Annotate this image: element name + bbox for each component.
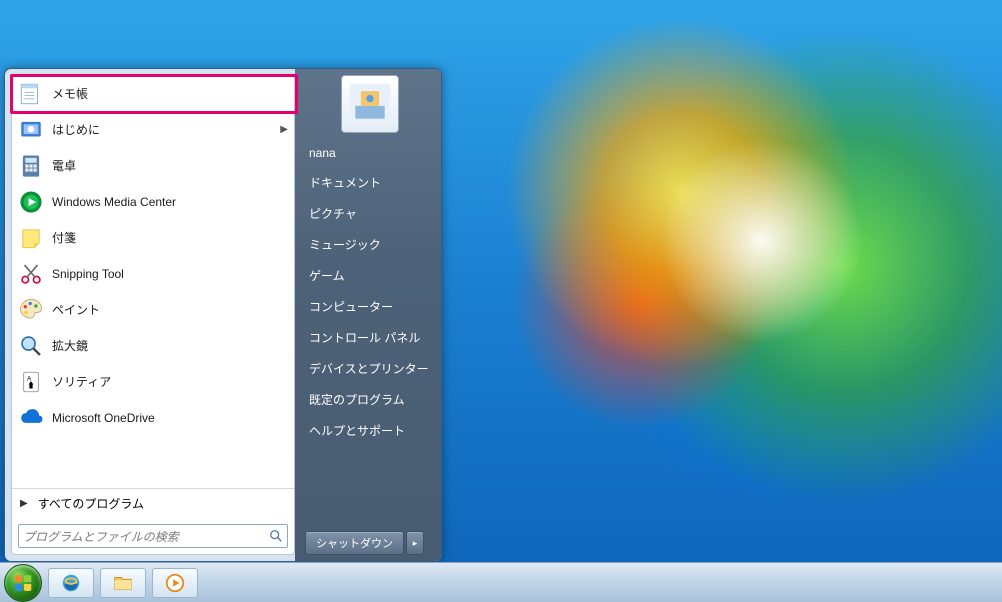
taskbar <box>0 562 1002 602</box>
right-link-help[interactable]: ヘルプとサポート <box>305 415 435 446</box>
program-item-notepad[interactable]: メモ帳 <box>12 76 294 112</box>
start-menu: メモ帳 はじめに ▶ 電卓 Windows Media Center <box>4 68 442 562</box>
program-item-onedrive[interactable]: Microsoft OneDrive <box>12 400 294 436</box>
start-button[interactable] <box>4 564 42 602</box>
taskbar-item-ie[interactable] <box>48 568 94 598</box>
snipping-tool-icon <box>18 261 44 287</box>
right-link-pictures[interactable]: ピクチャ <box>305 198 435 229</box>
program-label: 付箋 <box>52 229 76 246</box>
program-label: Snipping Tool <box>52 267 124 281</box>
paint-icon <box>18 297 44 323</box>
shutdown-button[interactable]: シャットダウン <box>305 531 404 555</box>
program-item-paint[interactable]: ペイント <box>12 292 294 328</box>
media-player-icon <box>164 572 186 594</box>
user-picture[interactable] <box>341 75 399 133</box>
program-item-sticky-notes[interactable]: 付箋 <box>12 220 294 256</box>
taskbar-item-explorer[interactable] <box>100 568 146 598</box>
program-label: はじめに <box>52 121 100 138</box>
calculator-icon <box>18 153 44 179</box>
onedrive-icon <box>18 405 44 431</box>
right-link-music[interactable]: ミュージック <box>305 229 435 260</box>
program-label: 電卓 <box>52 157 76 174</box>
start-menu-right-pane: nana ドキュメント ピクチャ ミュージック ゲーム コンピューター コントロ… <box>295 69 441 561</box>
all-programs-button[interactable]: ▶ すべてのプログラム <box>12 488 294 518</box>
all-programs-arrow-icon: ▶ <box>20 498 28 509</box>
right-link-documents[interactable]: ドキュメント <box>305 167 435 198</box>
right-link-control-panel[interactable]: コントロール パネル <box>305 322 435 353</box>
sticky-notes-icon <box>18 225 44 251</box>
program-item-getting-started[interactable]: はじめに ▶ <box>12 112 294 148</box>
search-input[interactable]: プログラムとファイルの検索 <box>18 524 288 548</box>
program-label: メモ帳 <box>52 85 88 102</box>
program-item-calculator[interactable]: 電卓 <box>12 148 294 184</box>
program-list: メモ帳 はじめに ▶ 電卓 Windows Media Center <box>12 76 294 488</box>
svg-text:A: A <box>27 375 32 382</box>
program-label: Microsoft OneDrive <box>52 411 155 425</box>
getting-started-icon <box>18 117 44 143</box>
program-item-wmc[interactable]: Windows Media Center <box>12 184 294 220</box>
right-link-default-programs[interactable]: 既定のプログラム <box>305 384 435 415</box>
program-label: ソリティア <box>52 373 111 390</box>
shutdown-row: シャットダウン ▸ <box>305 521 435 555</box>
shutdown-options-button[interactable]: ▸ <box>406 531 424 555</box>
program-item-solitaire[interactable]: A ソリティア <box>12 364 294 400</box>
media-center-icon <box>18 189 44 215</box>
program-item-snipping-tool[interactable]: Snipping Tool <box>12 256 294 292</box>
right-link-games[interactable]: ゲーム <box>305 260 435 291</box>
program-label: Windows Media Center <box>52 195 176 209</box>
chevron-right-icon: ▸ <box>413 538 418 549</box>
program-label: ペイント <box>52 301 100 318</box>
right-link-computer[interactable]: コンピューター <box>305 291 435 322</box>
taskbar-item-media-player[interactable] <box>152 568 198 598</box>
solitaire-icon: A <box>18 369 44 395</box>
search-placeholder: プログラムとファイルの検索 <box>23 528 179 545</box>
windows-logo-icon <box>12 572 34 594</box>
program-label: 拡大鏡 <box>52 337 88 354</box>
internet-explorer-icon <box>60 572 82 594</box>
user-name-link[interactable]: nana <box>305 139 435 167</box>
file-explorer-icon <box>112 572 134 594</box>
search-row: プログラムとファイルの検索 <box>12 518 294 554</box>
all-programs-label: すべてのプログラム <box>38 495 144 512</box>
submenu-arrow-icon: ▶ <box>280 124 288 135</box>
search-icon <box>269 529 283 543</box>
right-link-devices-printers[interactable]: デバイスとプリンター <box>305 353 435 384</box>
magnifier-icon <box>18 333 44 359</box>
start-menu-left-pane: メモ帳 はじめに ▶ 電卓 Windows Media Center <box>11 75 295 555</box>
program-item-magnifier[interactable]: 拡大鏡 <box>12 328 294 364</box>
notepad-icon <box>18 81 44 107</box>
